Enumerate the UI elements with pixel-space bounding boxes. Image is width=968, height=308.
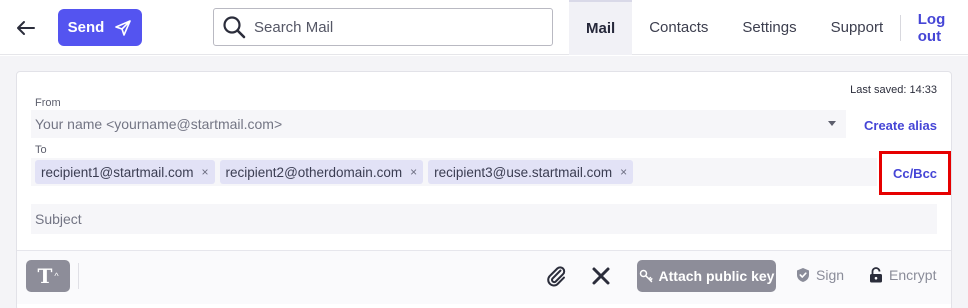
- paper-plane-icon: [115, 19, 132, 36]
- recipient-email: recipient1@startmail.com: [41, 164, 194, 180]
- attachment-button[interactable]: [544, 264, 568, 288]
- text-format-button[interactable]: T ^: [26, 260, 70, 292]
- search-icon: [223, 16, 246, 39]
- arrow-left-icon: [17, 21, 35, 35]
- recipient-chip[interactable]: recipient1@startmail.com ×: [35, 160, 215, 184]
- encrypt-label: Encrypt: [889, 267, 937, 283]
- discard-button[interactable]: [589, 264, 613, 288]
- last-saved-status: Last saved: 14:33: [850, 84, 937, 96]
- chevron-down-icon: [828, 121, 836, 126]
- key-icon: [639, 269, 653, 283]
- paperclip-icon: [547, 266, 566, 287]
- back-button[interactable]: [12, 14, 40, 42]
- recipient-email: recipient3@use.startmail.com: [434, 164, 613, 180]
- recipient-chip[interactable]: recipient2@otherdomain.com ×: [219, 160, 424, 184]
- create-alias-link[interactable]: Create alias: [864, 118, 937, 133]
- to-label: To: [35, 144, 47, 156]
- sign-toggle[interactable]: Sign: [796, 267, 844, 283]
- from-label: From: [35, 97, 61, 109]
- chevron-up-icon: ^: [54, 271, 59, 281]
- nav-mail[interactable]: Mail: [569, 0, 633, 55]
- nav-contacts[interactable]: Contacts: [632, 0, 725, 55]
- top-bar: Send Mail Contacts Settings Support Log …: [0, 0, 968, 55]
- cc-bcc-button[interactable]: Cc/Bcc: [879, 151, 951, 195]
- text-format-icon: T: [37, 264, 53, 288]
- toolbar-divider: [78, 263, 79, 289]
- nav-settings[interactable]: Settings: [725, 0, 813, 55]
- search-box[interactable]: [213, 8, 553, 46]
- main-nav: Mail Contacts Settings Support Log out: [569, 0, 968, 55]
- remove-recipient-icon[interactable]: ×: [620, 165, 627, 179]
- sign-label: Sign: [816, 267, 845, 283]
- from-value: Your name <yourname@startmail.com>: [35, 116, 283, 132]
- send-button[interactable]: Send: [58, 9, 142, 46]
- remove-recipient-icon[interactable]: ×: [202, 165, 209, 179]
- recipient-email: recipient2@otherdomain.com: [225, 164, 403, 180]
- from-select[interactable]: Your name <yourname@startmail.com>: [31, 110, 846, 138]
- attach-public-key-button[interactable]: Attach public key: [637, 260, 776, 292]
- compose-toolbar: T ^ Attach public key Sign Encrypt: [17, 250, 951, 304]
- remove-recipient-icon[interactable]: ×: [410, 165, 417, 179]
- subject-field[interactable]: [31, 204, 937, 234]
- logout-link[interactable]: Log out: [901, 0, 968, 55]
- attach-public-key-label: Attach public key: [658, 268, 775, 284]
- encrypt-toggle[interactable]: Encrypt: [869, 267, 936, 283]
- shield-check-icon: [797, 268, 809, 282]
- send-label: Send: [67, 19, 105, 36]
- unlocked-padlock-icon: [870, 267, 882, 283]
- nav-support[interactable]: Support: [814, 0, 901, 55]
- search-input[interactable]: [254, 18, 544, 36]
- recipient-chip[interactable]: recipient3@use.startmail.com ×: [428, 160, 634, 184]
- subject-input[interactable]: [35, 211, 915, 227]
- compose-card: Last saved: 14:33 From Your name <yourna…: [16, 71, 952, 308]
- to-field[interactable]: recipient1@startmail.com × recipient2@ot…: [31, 158, 877, 186]
- close-icon: [592, 267, 610, 285]
